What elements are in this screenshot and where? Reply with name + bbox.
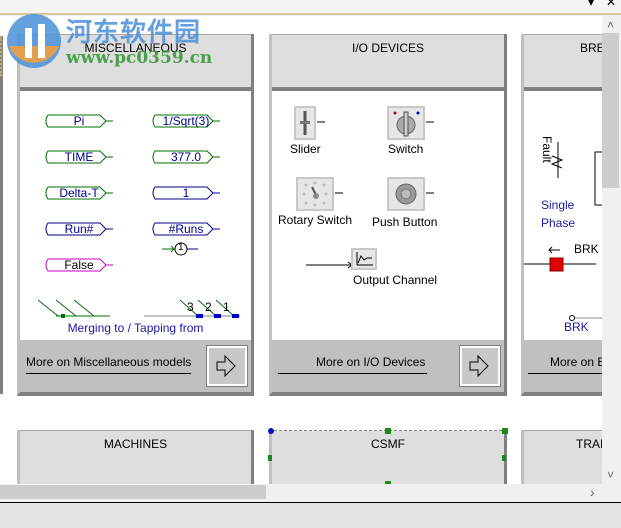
arrow-right-icon <box>469 354 489 378</box>
signal-tag-label: Run# <box>64 222 94 236</box>
brk-label: BRK <box>574 242 599 256</box>
more-misc-link[interactable]: More on Miscellaneous models <box>26 355 192 374</box>
signal-tag-label: Delta-T <box>59 186 99 200</box>
switch-icon[interactable] <box>387 106 425 140</box>
signal-tag[interactable]: False <box>44 258 114 272</box>
fault-label: Fault <box>540 136 554 163</box>
more-breakers-link[interactable]: More on B <box>528 355 602 374</box>
panel-breakers: BRE Fault Single Phase BRK BRK More on B <box>521 34 602 396</box>
signal-tag[interactable]: #Runs <box>151 222 221 236</box>
panel-io-devices: I/O DEVICES Slider Switch Rotary Switch … <box>269 34 507 396</box>
selection-handle[interactable] <box>385 428 391 434</box>
scroll-up-icon[interactable]: ˄ <box>607 18 614 32</box>
panel-header: TRAI <box>524 430 602 484</box>
single-phase-label-2: Phase <box>541 216 576 230</box>
panel-title: TRAI <box>576 437 602 451</box>
signal-tag-label: 377.0 <box>170 150 202 164</box>
node-number: 1 <box>178 242 184 253</box>
panel-header: CSMF <box>272 431 504 484</box>
push-button-label: Push Button <box>372 215 438 229</box>
slider-label: Slider <box>290 142 321 156</box>
signal-tag[interactable]: 1 <box>151 186 221 200</box>
more-misc-button[interactable] <box>206 345 248 387</box>
push-button-icon[interactable] <box>387 177 425 211</box>
horizontal-scroll-thumb[interactable] <box>0 485 266 499</box>
signal-tag[interactable]: 1/Sqrt(3) <box>151 114 221 128</box>
panel-transformers[interactable]: TRAI <box>521 430 602 484</box>
scroll-right-icon[interactable]: › <box>590 484 595 500</box>
selection-handle[interactable] <box>502 455 506 461</box>
signal-tag[interactable]: Pi <box>44 114 114 128</box>
tap-number-1: 1 <box>223 300 230 314</box>
tap-number-3: 3 <box>187 300 194 314</box>
panel-footer: More on Miscellaneous models <box>20 340 251 392</box>
output-channel-icon[interactable] <box>351 248 377 270</box>
single-phase-label: Single <box>541 198 575 212</box>
vertical-scroll-thumb[interactable] <box>602 33 619 188</box>
selection-anchor[interactable] <box>268 428 274 434</box>
watermark-site-name: 河东软件园 <box>66 17 202 47</box>
library-canvas[interactable]: MISCELLANEOUS Pi 1/Sqrt(3) TIME 377.0 Delta-… <box>0 16 602 484</box>
signal-tag-label: Pi <box>73 114 85 128</box>
signal-tag[interactable]: 377.0 <box>151 150 221 164</box>
switch-label: Switch <box>388 142 424 156</box>
merge-array-icon[interactable] <box>38 298 113 320</box>
left-panel-edge <box>0 36 3 394</box>
panel-title: MACHINES <box>103 437 168 451</box>
panel-machines[interactable]: MACHINES <box>17 430 254 484</box>
close-icon[interactable]: ✕ <box>606 0 616 8</box>
status-bar <box>0 502 621 528</box>
tap-number-2: 2 <box>205 300 212 314</box>
watermark-url: www.pc0359.cn <box>66 48 213 68</box>
panel-miscellaneous: MISCELLANEOUS Pi 1/Sqrt(3) TIME 377.0 Delta-… <box>17 34 254 396</box>
signal-tag-label: 1/Sqrt(3) <box>162 114 210 128</box>
scroll-down-icon[interactable]: ˅ <box>607 468 614 482</box>
panel-csmf[interactable]: CSMF <box>269 430 507 484</box>
signal-tag[interactable]: Run# <box>44 222 114 236</box>
rotary-switch-icon[interactable] <box>296 177 334 211</box>
panel-header: MACHINES <box>20 430 251 484</box>
more-io-link[interactable]: More on I/O Devices <box>278 355 428 374</box>
more-io-button[interactable] <box>459 345 501 387</box>
output-channel-label: Output Channel <box>353 273 438 287</box>
panel-header: I/O DEVICES <box>272 34 504 91</box>
panel-header: BRE <box>524 34 602 91</box>
panel-title: I/O DEVICES <box>351 41 425 55</box>
signal-tag[interactable]: Delta-T <box>44 186 114 200</box>
panel-title: BRE <box>580 41 602 55</box>
panel-title: CSMF <box>371 437 405 451</box>
watermark-logo-icon <box>7 14 61 68</box>
panel-footer: More on I/O Devices <box>272 340 504 392</box>
arrow-right-icon <box>216 354 236 378</box>
dropdown-icon[interactable]: ▾ <box>588 0 594 8</box>
signal-tag[interactable]: TIME <box>44 150 114 164</box>
signal-tag-label: #Runs <box>168 222 204 236</box>
selection-handle[interactable] <box>268 455 272 461</box>
panel-footer: More on B <box>524 340 602 392</box>
signal-tag-label: False <box>64 258 94 272</box>
rotary-switch-label: Rotary Switch <box>278 213 353 227</box>
signal-tag-label: 1 <box>182 186 190 200</box>
merge-caption: Merging to / Tapping from <box>67 321 204 335</box>
slider-icon[interactable] <box>294 106 316 140</box>
selection-handle[interactable] <box>502 428 508 434</box>
brk-signal-label: BRK <box>564 320 589 334</box>
signal-tag-label: TIME <box>64 150 94 164</box>
